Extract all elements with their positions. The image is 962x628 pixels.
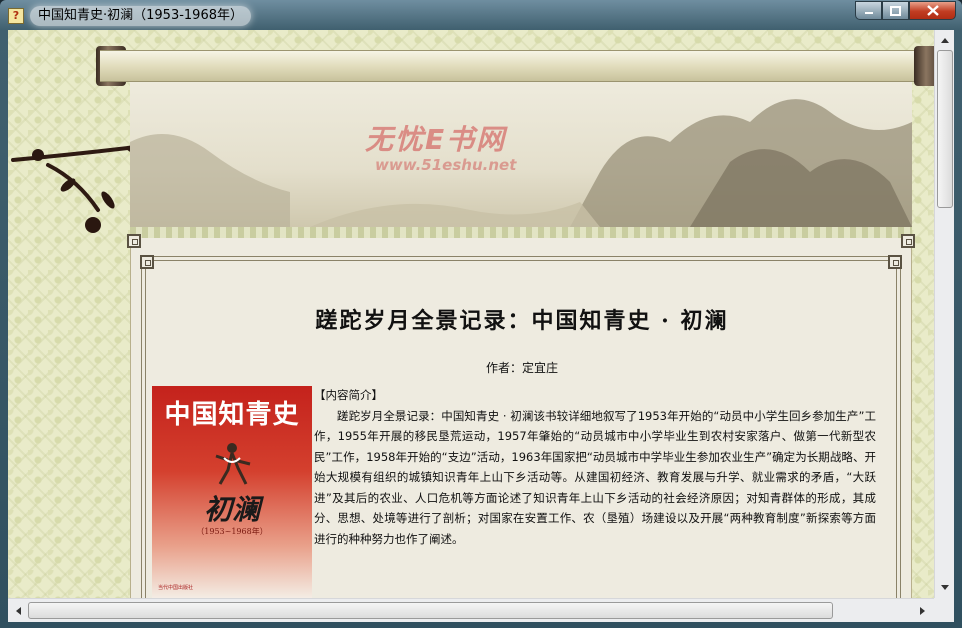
scroll-left-button[interactable] — [9, 602, 27, 620]
watermark-url: www.51eshu.net — [375, 156, 517, 174]
vertical-scrollbar[interactable] — [934, 30, 954, 598]
watermark-logo: 无忧E书网 — [365, 123, 507, 156]
landscape-banner: 无忧E书网 www.51eshu.net — [130, 82, 912, 227]
window-title: 中国知青史·初澜（1953-1968年） — [30, 6, 251, 26]
corner-ornament-icon — [901, 234, 915, 248]
cover-publisher: 当代中国出版社 — [158, 585, 194, 591]
maximize-button[interactable] — [882, 1, 909, 20]
scroll-rod — [100, 50, 934, 82]
book-cover-image: 中国知青史 初澜 （1953~1968年） 当代中国出版社 — [152, 386, 312, 598]
scroll-up-button[interactable] — [936, 31, 954, 49]
intro-body: 蹉跎岁月全景记录：中国知青史 · 初澜该书较详细地叙写了1953年开始的“动员中… — [314, 408, 876, 546]
scroll-down-button[interactable] — [936, 579, 954, 597]
app-window: ? 中国知青史·初澜（1953-1968年） 无忧E书网 www.51eshu.… — [0, 0, 962, 628]
scroll-rod-right — [914, 46, 934, 86]
close-icon — [926, 5, 939, 16]
client-area: 无忧E书网 www.51eshu.net 蹉跎岁月全景记录：中国知青史 · 初澜… — [8, 30, 954, 622]
maximize-icon — [890, 5, 901, 16]
vertical-scroll-thumb[interactable] — [937, 50, 953, 208]
content-frame: 蹉跎岁月全景记录：中国知青史 · 初澜 作者：定宜庄 中国知青史 初澜 （195… — [140, 255, 902, 598]
close-button[interactable] — [909, 1, 956, 20]
corner-ornament-icon — [127, 234, 141, 248]
horizontal-scroll-thumb[interactable] — [28, 602, 833, 619]
intro-heading: 【内容简介】 — [314, 388, 383, 402]
help-document-icon[interactable]: ? — [8, 8, 24, 24]
corner-ornament-icon — [140, 255, 154, 269]
down-arrow-icon — [941, 585, 949, 590]
minimize-icon — [864, 11, 873, 14]
window-controls — [855, 1, 956, 20]
up-arrow-icon — [941, 38, 949, 43]
content-paper: 蹉跎岁月全景记录：中国知青史 · 初澜 作者：定宜庄 中国知青史 初澜 （195… — [127, 234, 915, 598]
right-arrow-icon — [920, 607, 925, 615]
scrollbar-corner — [934, 598, 954, 622]
title-bar[interactable]: ? 中国知青史·初澜（1953-1968年） — [0, 0, 962, 30]
left-arrow-icon — [16, 607, 21, 615]
cover-title: 中国知青史 — [164, 400, 300, 430]
book-introduction: 【内容简介】 蹉跎岁月全景记录：中国知青史 · 初澜该书较详细地叙写了1953年… — [314, 385, 876, 549]
cover-subtitle: 初澜 — [203, 493, 260, 526]
scroll-right-button[interactable] — [914, 602, 932, 620]
document-viewport[interactable]: 无忧E书网 www.51eshu.net 蹉跎岁月全景记录：中国知青史 · 初澜… — [8, 30, 934, 598]
book-title: 蹉跎岁月全景记录：中国知青史 · 初澜 — [315, 308, 729, 334]
mountain-painting — [130, 99, 912, 227]
minimize-button[interactable] — [855, 1, 882, 20]
corner-ornament-icon — [888, 255, 902, 269]
book-author: 作者：定宜庄 — [485, 361, 558, 375]
cover-figure-illustration — [215, 443, 251, 485]
horizontal-scrollbar[interactable] — [8, 598, 934, 622]
cover-years: （1953~1968年） — [196, 527, 268, 536]
